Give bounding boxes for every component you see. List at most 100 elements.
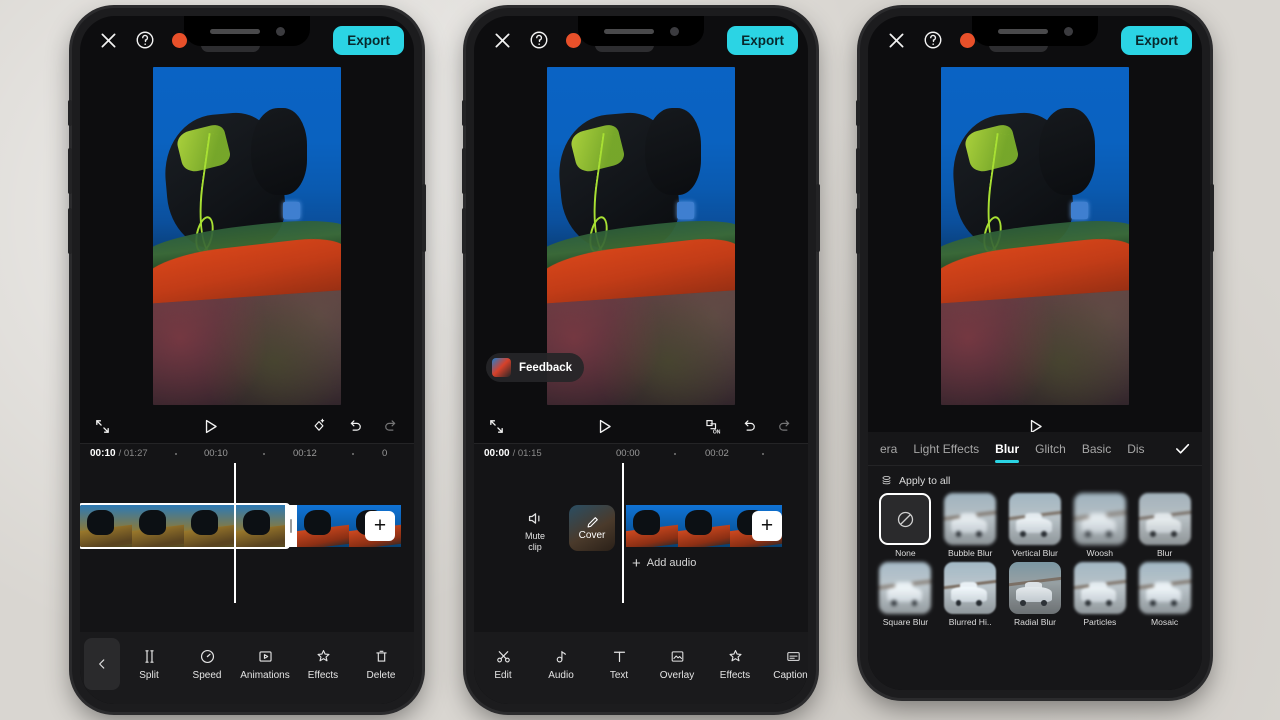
tool-split[interactable]: Split	[120, 648, 178, 681]
add-audio-button[interactable]: + Add audio	[632, 556, 697, 571]
phone-2-mute-switch	[462, 100, 466, 126]
clip-thumbnail	[678, 505, 730, 547]
tab-distortion[interactable]: Dis	[1119, 432, 1152, 465]
playhead[interactable]	[234, 463, 236, 603]
video-preview[interactable]	[153, 67, 341, 405]
close-icon[interactable]	[884, 28, 908, 52]
layers-icon	[882, 475, 891, 485]
checkmark-icon[interactable]	[1163, 432, 1202, 465]
tool-label: Captions	[773, 669, 808, 681]
tool-label: Text	[609, 669, 629, 681]
video-preview[interactable]	[941, 67, 1129, 405]
effect-thumbnail	[1073, 562, 1126, 614]
add-clip-button[interactable]: +	[752, 511, 782, 541]
tool-label: Overlay	[659, 669, 695, 681]
feedback-app-icon	[492, 358, 511, 377]
effect-blurred-highlight[interactable]: Blurred Hi..	[941, 562, 1000, 627]
clip-trim-handle-right[interactable]	[285, 505, 297, 547]
tab-basic[interactable]: Basic	[1074, 432, 1119, 465]
effect-particles[interactable]: Particles	[1070, 562, 1129, 627]
tool-captions[interactable]: Captions	[764, 648, 808, 681]
help-icon[interactable]	[528, 29, 550, 51]
effect-thumbnail	[1138, 493, 1191, 545]
redo-icon[interactable]	[776, 417, 794, 435]
effect-thumbnail	[1073, 493, 1126, 545]
tool-overlay[interactable]: Overlay	[648, 648, 706, 681]
tool-label: Effects	[719, 669, 751, 681]
phone-1-right-controls	[310, 417, 400, 435]
effect-blur[interactable]: Blur	[1135, 493, 1194, 558]
phone-1-preview[interactable]	[80, 64, 414, 405]
effect-vertical-blur[interactable]: Vertical Blur	[1006, 493, 1065, 558]
earpiece-speaker	[603, 28, 654, 34]
phone-2-notch	[578, 16, 704, 46]
cutout-on-icon[interactable]: ON	[703, 417, 722, 436]
play-icon[interactable]	[505, 417, 703, 436]
ruler-tick-0: 00:00	[616, 448, 640, 459]
tool-text[interactable]: Text	[590, 648, 648, 681]
mute-clip-button[interactable]: Mute clip	[514, 509, 556, 553]
effect-thumbnail	[1008, 493, 1061, 545]
tool-edit[interactable]: Edit	[474, 648, 532, 681]
cover-button[interactable]: Cover	[569, 505, 615, 551]
play-icon[interactable]	[111, 417, 310, 436]
effect-radial-blur[interactable]: Radial Blur	[1006, 562, 1065, 627]
video-clip-selected[interactable]	[80, 505, 288, 547]
undo-icon[interactable]	[346, 417, 364, 435]
tool-delete[interactable]: Delete	[352, 648, 410, 681]
effect-woosh[interactable]: Woosh	[1070, 493, 1129, 558]
phone-2-preview[interactable]: Feedback	[474, 64, 808, 405]
timeline-tracks[interactable]: +	[80, 463, 414, 613]
export-button[interactable]: Export	[1121, 25, 1192, 55]
front-camera	[275, 26, 285, 36]
tab-light-effects[interactable]: Light Effects	[905, 432, 987, 465]
keyframe-icon[interactable]	[310, 417, 328, 435]
diver-head	[250, 107, 308, 196]
add-audio-label: Add audio	[646, 557, 697, 569]
timeline-tracks[interactable]: Mute clip Cover + + Add audio	[474, 463, 808, 613]
close-icon[interactable]	[96, 28, 120, 52]
tab-blur[interactable]: Blur	[987, 432, 1027, 465]
export-button[interactable]: Export	[333, 25, 404, 55]
export-button[interactable]: Export	[727, 25, 798, 55]
tool-animations[interactable]: Animations	[236, 648, 294, 681]
expand-icon[interactable]	[94, 418, 111, 435]
phone-1-player-controls	[80, 409, 414, 443]
apply-to-all-button[interactable]: Apply to all	[868, 466, 1202, 491]
close-icon[interactable]	[490, 28, 514, 52]
effect-square-blur[interactable]: Square Blur	[876, 562, 935, 627]
effect-mosaic[interactable]: Mosaic	[1135, 562, 1194, 627]
reef-floor	[941, 289, 1129, 405]
undo-icon[interactable]	[740, 417, 758, 435]
add-clip-button[interactable]: +	[365, 511, 395, 541]
toolbar-back-button[interactable]	[84, 638, 120, 690]
tool-label: Animations	[240, 669, 290, 681]
diver-head	[644, 107, 702, 196]
tool-audio[interactable]: Audio	[532, 648, 590, 681]
phone-3-preview[interactable]	[868, 64, 1202, 405]
phone-1-mute-switch	[68, 100, 72, 126]
cover-label: Cover	[578, 530, 606, 541]
phone-1-notch	[184, 16, 310, 46]
help-icon[interactable]	[922, 29, 944, 51]
diver-head	[1038, 107, 1096, 196]
tool-effects[interactable]: Effects	[706, 648, 764, 681]
effect-label: Woosh	[1086, 548, 1114, 558]
tab-glitch[interactable]: Glitch	[1027, 432, 1074, 465]
tab-camera[interactable]: era	[872, 432, 905, 465]
total-time: / 01:15	[512, 448, 542, 459]
ruler-tick-2: 0	[382, 448, 388, 459]
tool-effects[interactable]: Effects	[294, 648, 352, 681]
effects-grid: None Bubble Blur Vertical Blur Woosh Blu…	[868, 491, 1202, 629]
phone-2-right-controls: ON	[703, 417, 794, 436]
effect-none[interactable]: None	[876, 493, 935, 558]
redo-icon[interactable]	[382, 417, 400, 435]
help-icon[interactable]	[134, 29, 156, 51]
front-camera	[1063, 26, 1073, 36]
expand-icon[interactable]	[488, 418, 505, 435]
playhead[interactable]	[622, 463, 624, 603]
feedback-pill[interactable]: Feedback	[486, 353, 585, 382]
tool-label: Audio	[548, 669, 574, 681]
effect-bubble-blur[interactable]: Bubble Blur	[941, 493, 1000, 558]
tool-speed[interactable]: Speed	[178, 648, 236, 681]
